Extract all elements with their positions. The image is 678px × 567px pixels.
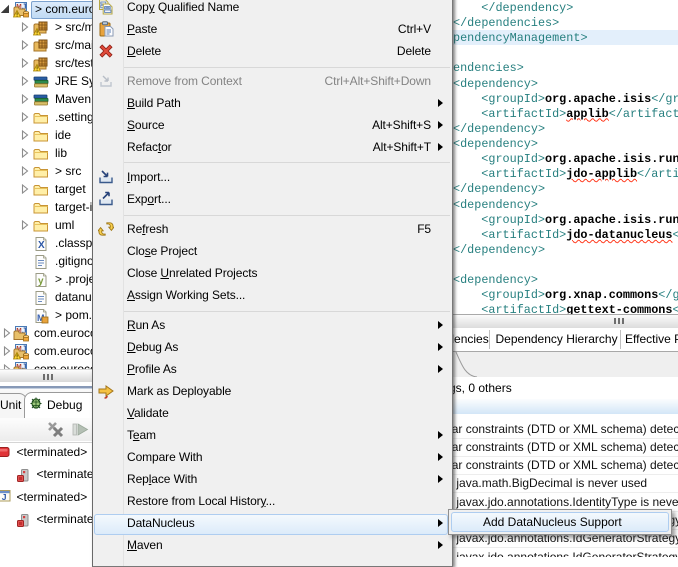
svg-text:y: y xyxy=(38,276,44,287)
svg-text:J: J xyxy=(2,492,7,502)
svg-text:X: X xyxy=(38,240,45,251)
